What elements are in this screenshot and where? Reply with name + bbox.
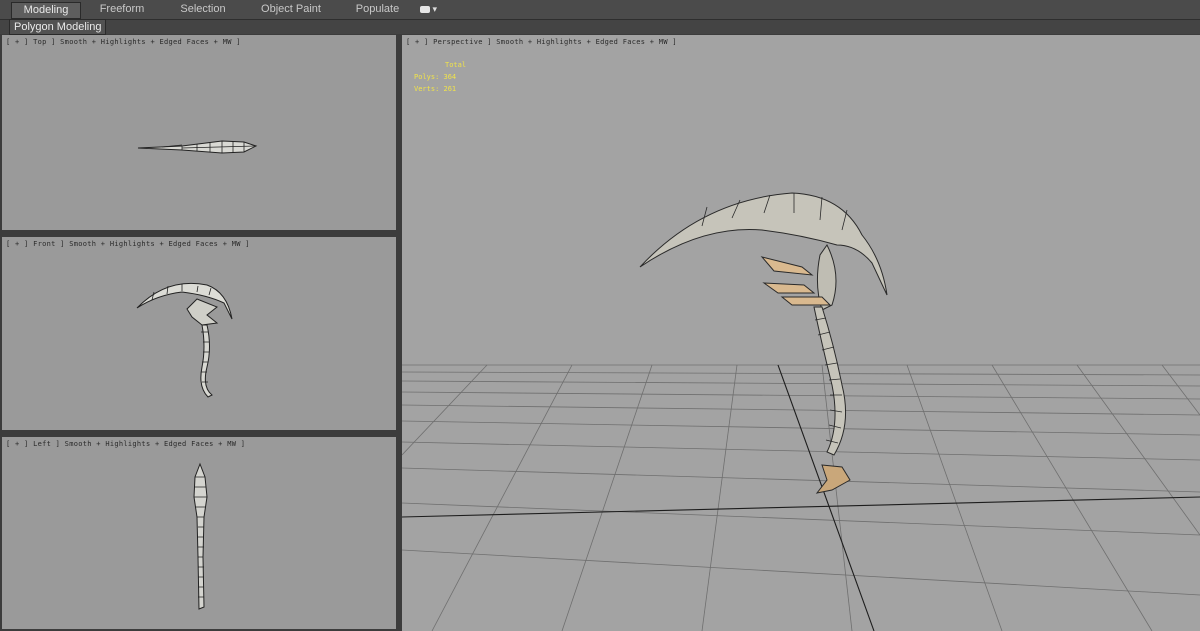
tab-modeling[interactable]: Modeling bbox=[11, 2, 81, 19]
tab-populate[interactable]: Populate bbox=[350, 2, 405, 17]
left-view-model bbox=[193, 462, 208, 610]
tab-selection[interactable]: Selection bbox=[173, 2, 233, 17]
polygon-modeling-panel[interactable]: Polygon Modeling bbox=[9, 19, 107, 35]
viewport-label-perspective[interactable]: [ + ] Perspective ] Smooth + Highlights … bbox=[406, 38, 677, 46]
stats-verts: Verts: 261 bbox=[414, 85, 457, 93]
front-view-model bbox=[136, 282, 233, 398]
tab-object-paint[interactable]: Object Paint bbox=[254, 2, 328, 17]
viewport-front[interactable]: [ + ] Front ] Smooth + Highlights + Edge… bbox=[2, 237, 396, 430]
top-view-model bbox=[137, 140, 258, 154]
tab-freeform[interactable]: Freeform bbox=[93, 2, 151, 17]
viewport-perspective[interactable]: [ + ] Perspective ] Smooth + Highlights … bbox=[402, 35, 1200, 631]
ribbon-tab-bar: Modeling Freeform Selection Object Paint… bbox=[0, 0, 1200, 20]
scythe-model bbox=[639, 192, 888, 494]
ribbon: Modeling Freeform Selection Object Paint… bbox=[0, 0, 1200, 35]
stats-overlay: Total Polys: 364 Verts: 261 bbox=[414, 59, 466, 95]
stats-header: Total bbox=[445, 61, 467, 69]
stats-polys: Polys: 364 bbox=[414, 73, 457, 81]
viewport-top[interactable]: [ + ] Top ] Smooth + Highlights + Edged … bbox=[2, 35, 396, 230]
viewport-left[interactable]: [ + ] Left ] Smooth + Highlights + Edged… bbox=[2, 437, 396, 629]
toggle-dropdown-icon[interactable]: ▾ bbox=[420, 3, 442, 16]
